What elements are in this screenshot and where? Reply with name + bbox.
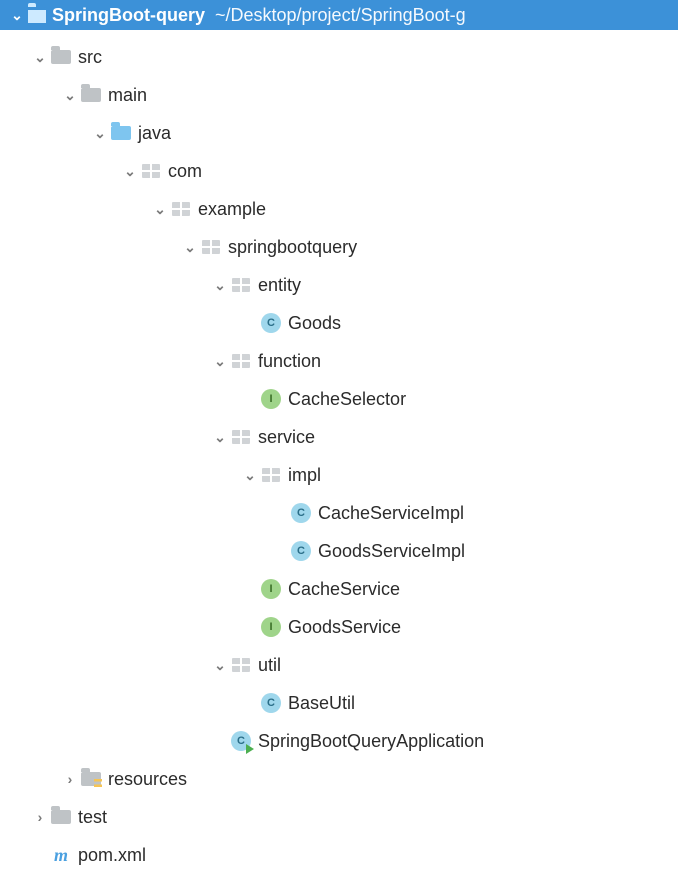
tree-item-label: main	[108, 85, 147, 106]
interface-icon: I	[260, 616, 282, 638]
tree-item-label: BaseUtil	[288, 693, 355, 714]
chevron-down-icon[interactable]	[150, 201, 170, 218]
tree-item[interactable]: I GoodsService	[0, 608, 678, 646]
project-name: SpringBoot-query	[52, 5, 205, 26]
tree-item-label: src	[78, 47, 102, 68]
tree-item[interactable]: C CacheServiceImpl	[0, 494, 678, 532]
class-icon: C	[260, 312, 282, 334]
chevron-down-icon[interactable]	[180, 239, 200, 256]
runnable-class-icon: C	[230, 730, 252, 752]
project-header[interactable]: SpringBoot-query ~/Desktop/project/Sprin…	[0, 0, 678, 30]
tree-item-label: CacheService	[288, 579, 400, 600]
tree-item[interactable]: test	[0, 798, 678, 836]
tree-item[interactable]: java	[0, 114, 678, 152]
project-path: ~/Desktop/project/SpringBoot-g	[215, 5, 466, 26]
package-icon	[200, 236, 222, 258]
folder-icon	[50, 806, 72, 828]
tree-item[interactable]: I CacheService	[0, 570, 678, 608]
package-icon	[170, 198, 192, 220]
tree-item-label: SpringBootQueryApplication	[258, 731, 484, 752]
tree-item[interactable]: example	[0, 190, 678, 228]
folder-icon	[50, 46, 72, 68]
package-icon	[230, 426, 252, 448]
package-icon	[260, 464, 282, 486]
chevron-down-icon[interactable]	[120, 163, 140, 180]
resources-folder-icon	[80, 768, 102, 790]
tree-item[interactable]: com	[0, 152, 678, 190]
tree-item[interactable]: C GoodsServiceImpl	[0, 532, 678, 570]
chevron-down-icon[interactable]	[210, 353, 230, 370]
package-icon	[140, 160, 162, 182]
tree-item-label: test	[78, 807, 107, 828]
tree-item-label: example	[198, 199, 266, 220]
project-folder-icon	[28, 7, 46, 23]
class-icon: C	[290, 540, 312, 562]
tree-item-label: com	[168, 161, 202, 182]
package-icon	[230, 274, 252, 296]
tree-item[interactable]: springbootquery	[0, 228, 678, 266]
tree-item-label: pom.xml	[78, 845, 146, 866]
tree-item-label: function	[258, 351, 321, 372]
tree-item-label: service	[258, 427, 315, 448]
package-icon	[230, 350, 252, 372]
source-folder-icon	[110, 122, 132, 144]
tree-item[interactable]: src	[0, 38, 678, 76]
chevron-down-icon[interactable]	[210, 657, 230, 674]
chevron-down-icon[interactable]	[210, 429, 230, 446]
tree-item[interactable]: main	[0, 76, 678, 114]
tree-item-label: GoodsService	[288, 617, 401, 638]
tree-item[interactable]: C BaseUtil	[0, 684, 678, 722]
class-icon: C	[260, 692, 282, 714]
chevron-down-icon[interactable]	[6, 7, 28, 24]
tree-item[interactable]: entity	[0, 266, 678, 304]
chevron-right-icon[interactable]	[60, 771, 80, 787]
tree-item-label: CacheServiceImpl	[318, 503, 464, 524]
tree-item-label: Goods	[288, 313, 341, 334]
folder-icon	[80, 84, 102, 106]
tree-item[interactable]: util	[0, 646, 678, 684]
tree-item[interactable]: m pom.xml	[0, 836, 678, 874]
tree-item[interactable]: function	[0, 342, 678, 380]
maven-file-icon: m	[50, 844, 72, 866]
class-icon: C	[290, 502, 312, 524]
tree-item-label: resources	[108, 769, 187, 790]
tree-item-label: impl	[288, 465, 321, 486]
tree-item-label: util	[258, 655, 281, 676]
tree-item-label: GoodsServiceImpl	[318, 541, 465, 562]
chevron-down-icon[interactable]	[240, 467, 260, 484]
tree-item[interactable]: impl	[0, 456, 678, 494]
tree-item[interactable]: resources	[0, 760, 678, 798]
chevron-down-icon[interactable]	[30, 49, 50, 66]
tree-item[interactable]: I CacheSelector	[0, 380, 678, 418]
interface-icon: I	[260, 578, 282, 600]
project-tree: srcmain java com example springbootquery enti…	[0, 30, 678, 874]
chevron-right-icon[interactable]	[30, 809, 50, 825]
chevron-down-icon[interactable]	[210, 277, 230, 294]
tree-item-label: springbootquery	[228, 237, 357, 258]
tree-item-label: java	[138, 123, 171, 144]
tree-item[interactable]: C SpringBootQueryApplication	[0, 722, 678, 760]
interface-icon: I	[260, 388, 282, 410]
tree-item[interactable]: C Goods	[0, 304, 678, 342]
tree-item[interactable]: service	[0, 418, 678, 456]
tree-item-label: CacheSelector	[288, 389, 406, 410]
chevron-down-icon[interactable]	[90, 125, 110, 142]
chevron-down-icon[interactable]	[60, 87, 80, 104]
package-icon	[230, 654, 252, 676]
tree-item-label: entity	[258, 275, 301, 296]
